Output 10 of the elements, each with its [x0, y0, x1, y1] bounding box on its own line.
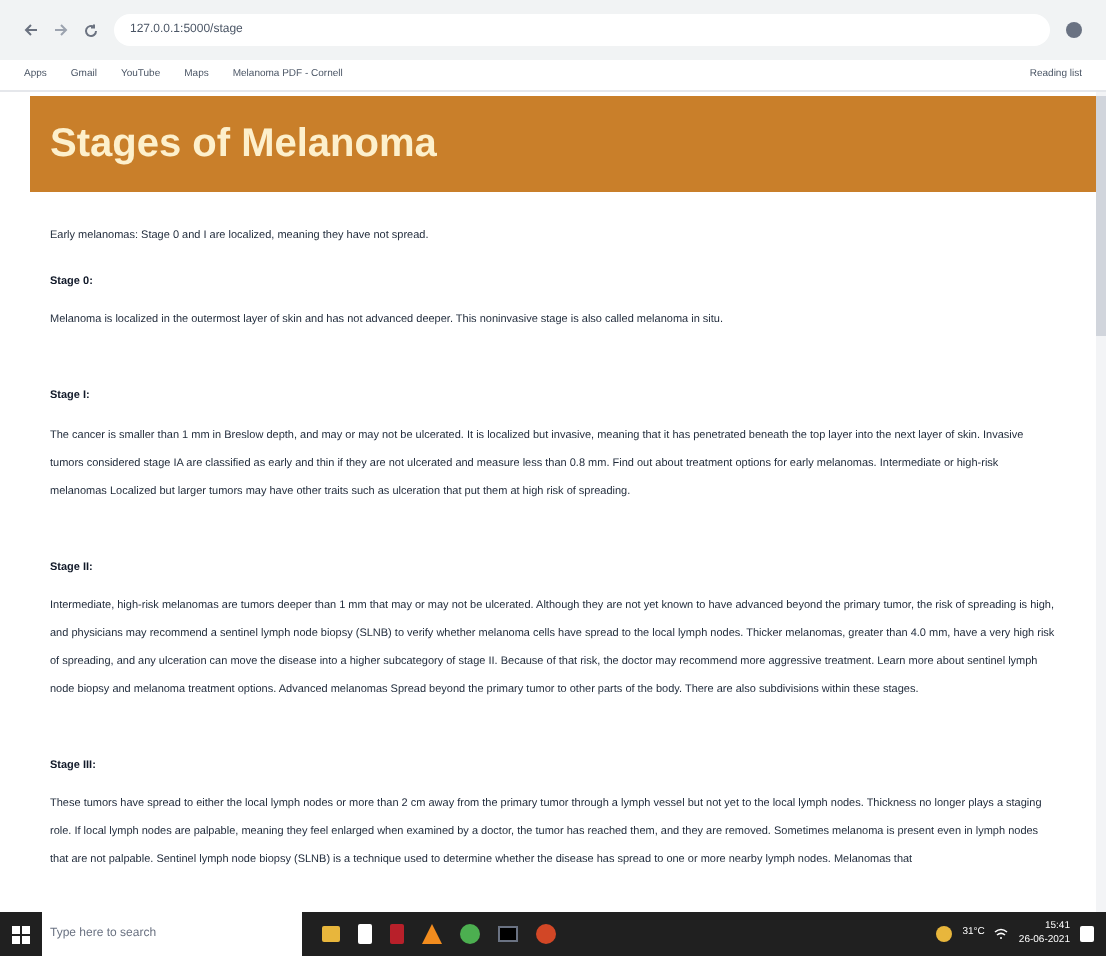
page-title: Stages of Melanoma	[50, 120, 437, 170]
back-icon[interactable]	[24, 24, 38, 36]
forward-icon[interactable]	[54, 24, 68, 36]
weather-icon	[936, 926, 953, 942]
terminal-icon[interactable]	[498, 926, 518, 942]
cone-icon[interactable]	[422, 924, 442, 944]
reload-icon[interactable]	[84, 23, 98, 37]
windows-start-icon[interactable]	[12, 925, 30, 943]
network-icon[interactable]	[994, 928, 1009, 940]
profile-icon[interactable]	[1066, 22, 1082, 38]
